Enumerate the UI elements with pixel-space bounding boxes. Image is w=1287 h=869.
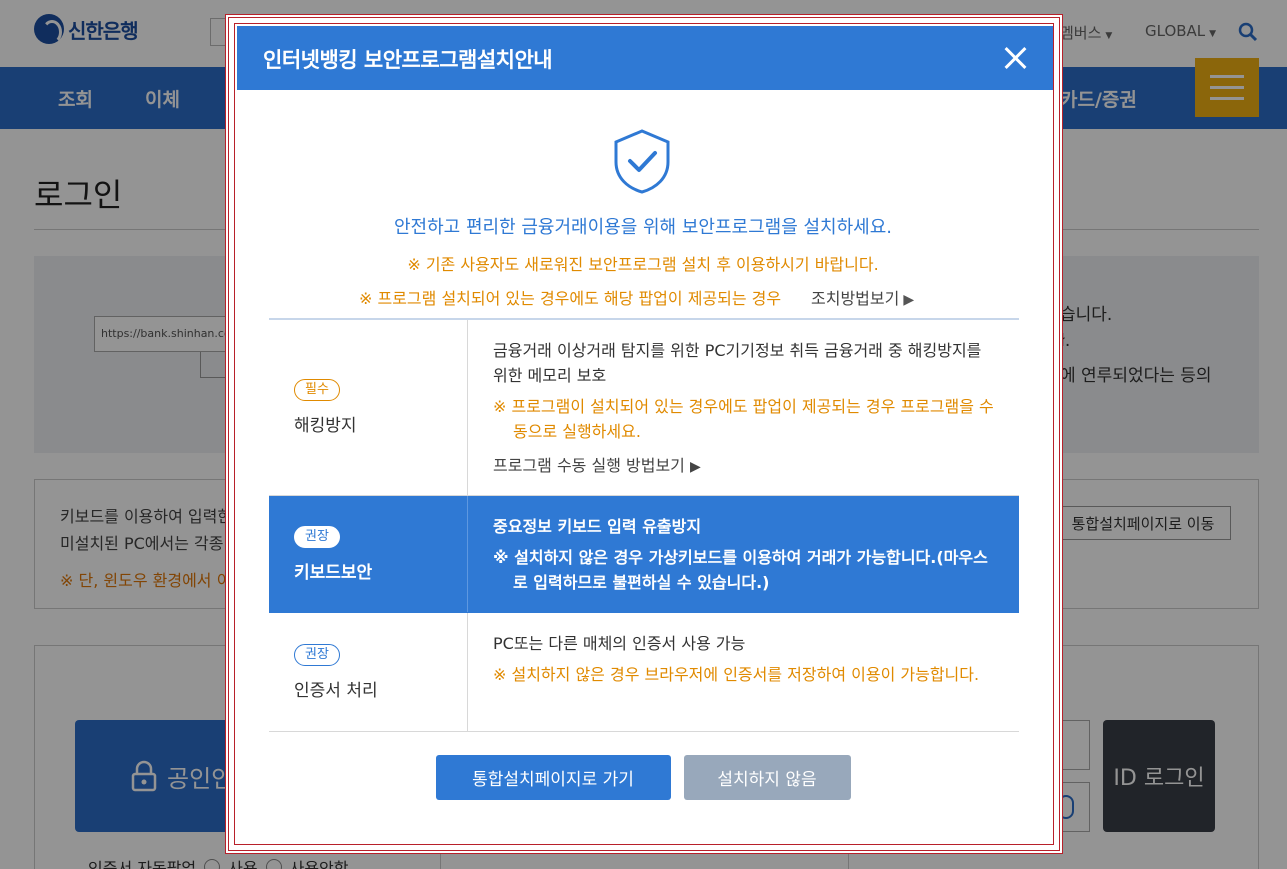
program-name: 키보드보안 [294, 562, 373, 583]
program-warning: ※ 프로그램이 설치되어 있는 경우에도 팝업이 제공되는 경우 프로그램을 수… [493, 397, 994, 441]
intro-warning: ※ 기존 사용자도 새로워진 보안프로그램 설치 후 이용하시기 바랍니다. [407, 255, 879, 274]
security-install-modal: 인터넷뱅킹 보안프로그램설치안내 안전하고 편리한 금융거래이용을 위해 보안프… [228, 17, 1060, 851]
program-label-cell: 권장 키보드보안 [269, 496, 468, 612]
program-description: PC또는 다른 매체의 인증서 사용 가능 [493, 634, 746, 653]
triangle-right-icon: ▶ [903, 292, 915, 308]
modal-header: 인터넷뱅킹 보안프로그램설치안내 [237, 26, 1053, 90]
manual-run-link[interactable]: 프로그램 수동 실행 방법보기 ▶ [493, 452, 999, 476]
modal-title: 인터넷뱅킹 보안프로그램설치안내 [263, 48, 553, 72]
go-install-page-button[interactable]: 통합설치페이지로 가기 [435, 755, 671, 800]
recommended-badge: 권장 [294, 525, 340, 548]
program-name: 해킹방지 [294, 416, 357, 436]
skip-install-button[interactable]: 설치하지 않음 [683, 755, 851, 800]
triangle-right-icon: ▶ [690, 459, 701, 475]
program-label-cell: 필수 해킹방지 [269, 320, 468, 495]
program-label-cell: 권장 인증서 처리 [269, 613, 468, 731]
intro-warning: ※ 프로그램 설치되어 있는 경우에도 해당 팝업이 제공되는 경우 [359, 289, 782, 308]
program-description: 금융거래 이상거래 탐지를 위한 PC기기정보 취득 금융거래 중 해킹방지를 … [493, 341, 982, 385]
close-icon[interactable] [999, 42, 1031, 74]
program-row-anti-hacking: 필수 해킹방지 금융거래 이상거래 탐지를 위한 PC기기정보 취득 금융거래 … [269, 320, 1019, 496]
program-row-keyboard-security[interactable]: 권장 키보드보안 중요정보 키보드 입력 유출방지 ※ 설치하지 않은 경우 가… [269, 496, 1019, 613]
program-name: 인증서 처리 [294, 680, 378, 701]
program-description: 중요정보 키보드 입력 유출방지 [493, 517, 702, 536]
shield-check-icon [614, 129, 670, 194]
fix-method-link[interactable]: 조치방법보기 ▶ [811, 285, 914, 309]
program-warning: ※ 설치하지 않은 경우 브라우저에 인증서를 저장하여 이용이 가능합니다. [493, 665, 980, 684]
program-desc-cell: 중요정보 키보드 입력 유출방지 ※ 설치하지 않은 경우 가상키보드를 이용하… [468, 496, 1019, 612]
program-desc-cell: 금융거래 이상거래 탐지를 위한 PC기기정보 취득 금융거래 중 해킹방지를 … [468, 320, 1019, 495]
program-warning: ※ 설치하지 않은 경우 가상키보드를 이용하여 거래가 가능합니다.(마우스로… [493, 548, 988, 592]
manual-run-label: 프로그램 수동 실행 방법보기 [493, 456, 685, 475]
program-table: 필수 해킹방지 금융거래 이상거래 탐지를 위한 PC기기정보 취득 금융거래 … [269, 318, 1019, 732]
intro-message: 안전하고 편리한 금융거래이용을 위해 보안프로그램을 설치하세요. [393, 217, 892, 238]
modal-body: 인터넷뱅킹 보안프로그램설치안내 안전하고 편리한 금융거래이용을 위해 보안프… [234, 23, 1054, 845]
fix-method-label: 조치방법보기 [811, 289, 900, 308]
required-badge: 필수 [294, 379, 340, 401]
program-desc-cell: PC또는 다른 매체의 인증서 사용 가능 ※ 설치하지 않은 경우 브라우저에… [468, 613, 1019, 731]
recommended-badge: 권장 [294, 643, 340, 666]
modal-button-row: 통합설치페이지로 가기 설치하지 않음 [235, 755, 1051, 800]
program-row-certificate: 권장 인증서 처리 PC또는 다른 매체의 인증서 사용 가능 ※ 설치하지 않… [269, 613, 1019, 732]
